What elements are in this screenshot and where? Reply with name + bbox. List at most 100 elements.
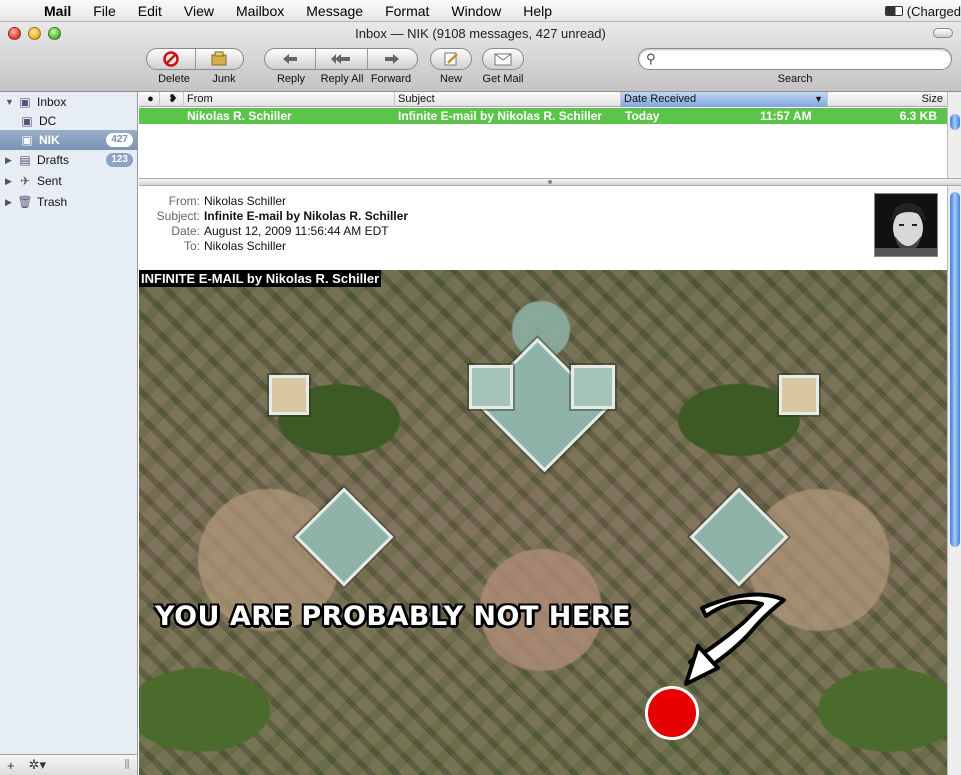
message-list: ● ❥ From Subject Date Received ▼ Size Ni… [139,92,961,178]
row-from: Nikolas R. Schiller [187,109,292,123]
building-rooftop [779,375,819,415]
sidebar-label-dc: DC [39,114,57,128]
sidebar-label-nik: NIK [39,133,60,147]
header-from-label: From: [168,194,200,208]
scroll-thumb[interactable] [950,114,960,130]
scroll-thumb[interactable] [950,192,960,547]
add-mailbox-button[interactable]: + [0,758,22,773]
disclosure-open-icon[interactable]: ▼ [5,97,17,107]
new-label: New [439,73,462,85]
sidebar-item-inbox[interactable]: ▼ ▣ Inbox [0,92,137,112]
sidebar-label-drafts: Drafts [37,153,70,167]
compose-icon [444,52,458,66]
delete-icon [163,51,179,67]
header-date: Date: August 12, 2009 11:56:44 AM EDT [143,224,388,238]
header-to: To: Nikolas Schiller [143,239,286,253]
reply-arrow-icon [283,54,298,64]
menu-mailbox[interactable]: Mailbox [225,3,295,19]
header-from-value[interactable]: Nikolas Schiller [204,194,286,208]
header-subject-value: Infinite E-mail by Nikolas R. Schiller [204,209,409,223]
search-field[interactable]: ⚲ [638,48,952,70]
aerial-kaleidoscope-image: INFINITE E-MAIL by Nikolas R. Schiller Y… [139,270,947,775]
row-date: Today [625,109,660,123]
inbox-tray-icon: ▣ [21,114,33,128]
window-toolbar: Inbox — NIK (9108 messages, 427 unread) … [0,22,961,92]
sidebar-item-nik[interactable]: ▣ NIK 427 [0,130,137,150]
sidebar-item-trash[interactable]: ▶ 🗑 Trash [0,192,137,212]
message-row-selected[interactable]: Nikolas R. Schiller Infinite E-mail by N… [139,108,947,124]
new-message-group [430,48,472,70]
read-status-column[interactable]: ● [139,92,159,107]
get-mail-label: Get Mail [482,73,524,85]
envelope-icon [494,53,512,66]
sidebar-label-trash: Trash [37,195,68,209]
header-to-value[interactable]: Nikolas Schiller [204,239,286,253]
building-rooftop [689,487,789,587]
disclosure-closed-icon[interactable]: ▶ [5,197,17,208]
battery-label: (Charged [906,3,961,19]
delete-junk-group [146,48,244,70]
sidebar-item-drafts[interactable]: ▶ ▤ Drafts 123 [0,150,137,170]
forward-button[interactable] [366,49,417,69]
toolbar-toggle-button[interactable] [933,28,953,38]
column-date-received[interactable]: Date Received ▼ [620,92,827,107]
header-subject-label: Subject: [156,209,200,223]
message-view-scrollbar[interactable] [947,186,961,775]
resize-handle-icon[interactable]: ⦀ [117,757,137,773]
drafts-count-badge: 123 [106,153,133,167]
building-rooftop [294,487,394,587]
battery-icon [884,6,903,16]
reply-group [264,48,418,70]
junk-icon [211,51,227,66]
junk-button[interactable] [194,49,243,69]
disclosure-closed-icon[interactable]: ▶ [5,155,17,166]
menu-window[interactable]: Window [440,3,512,19]
window-title: Inbox — NIK (9108 messages, 427 unread) [355,26,606,41]
reply-all-label: Reply All [320,73,364,85]
reply-all-arrow-icon [331,54,351,64]
overlay-caption: YOU ARE PROBABLY NOT HERE [155,601,632,632]
menu-format[interactable]: Format [374,3,440,19]
sidebar-label-sent: Sent [37,174,62,188]
battery-status[interactable]: (Charged [884,0,961,22]
delete-label: Delete [158,73,190,85]
trash-can-icon: 🗑 [17,195,33,209]
building-rooftop [571,365,615,409]
reply-button[interactable] [265,49,315,69]
sidebar-item-sent[interactable]: ▶ ✈ Sent [0,171,137,191]
header-subject: Subject: Infinite E-mail by Nikolas R. Sc… [143,209,408,223]
get-mail-button[interactable] [483,49,523,69]
building-rooftop [269,375,309,415]
message-list-header: ● ❥ From Subject Date Received ▼ Size [139,92,947,107]
disclosure-closed-icon[interactable]: ▶ [5,176,17,187]
sidebar-item-dc[interactable]: ▣ DC [0,111,137,131]
action-gear-button[interactable]: ✲▾ [22,757,53,773]
header-date-label: Date: [171,224,200,238]
reply-all-button[interactable] [315,49,366,69]
new-message-button[interactable] [431,49,471,69]
menu-view[interactable]: View [173,3,225,19]
splitter-grip-icon [548,180,552,184]
message-list-scrollbar[interactable] [947,92,961,178]
forward-arrow-icon [385,54,400,64]
row-time: 11:57 AM [760,109,812,123]
document-icon: ▤ [19,153,31,167]
delete-button[interactable] [147,49,195,69]
row-size: 6.3 KB [899,109,937,123]
menu-mail[interactable]: Mail [40,3,82,19]
forward-label: Forward [370,73,412,85]
menu-help[interactable]: Help [512,3,563,19]
header-from: From: Nikolas Schiller [143,194,286,208]
search-icon: ⚲ [646,51,656,66]
mailbox-sidebar: ▼ ▣ Inbox ▣ DC ▣ NIK 427 ▶ ▤ Drafts 123 … [0,92,138,775]
menu-message[interactable]: Message [295,3,374,19]
column-from[interactable]: From [183,92,394,107]
menu-edit[interactable]: Edit [127,3,173,19]
menu-file[interactable]: File [82,3,127,19]
flag-column[interactable]: ❥ [159,92,183,107]
column-size[interactable]: Size [827,92,947,107]
column-subject[interactable]: Subject [394,92,620,107]
curved-arrow-icon [684,592,786,686]
image-title: INFINITE E-MAIL by Nikolas R. Schiller [139,270,382,287]
pane-splitter[interactable] [139,178,961,186]
